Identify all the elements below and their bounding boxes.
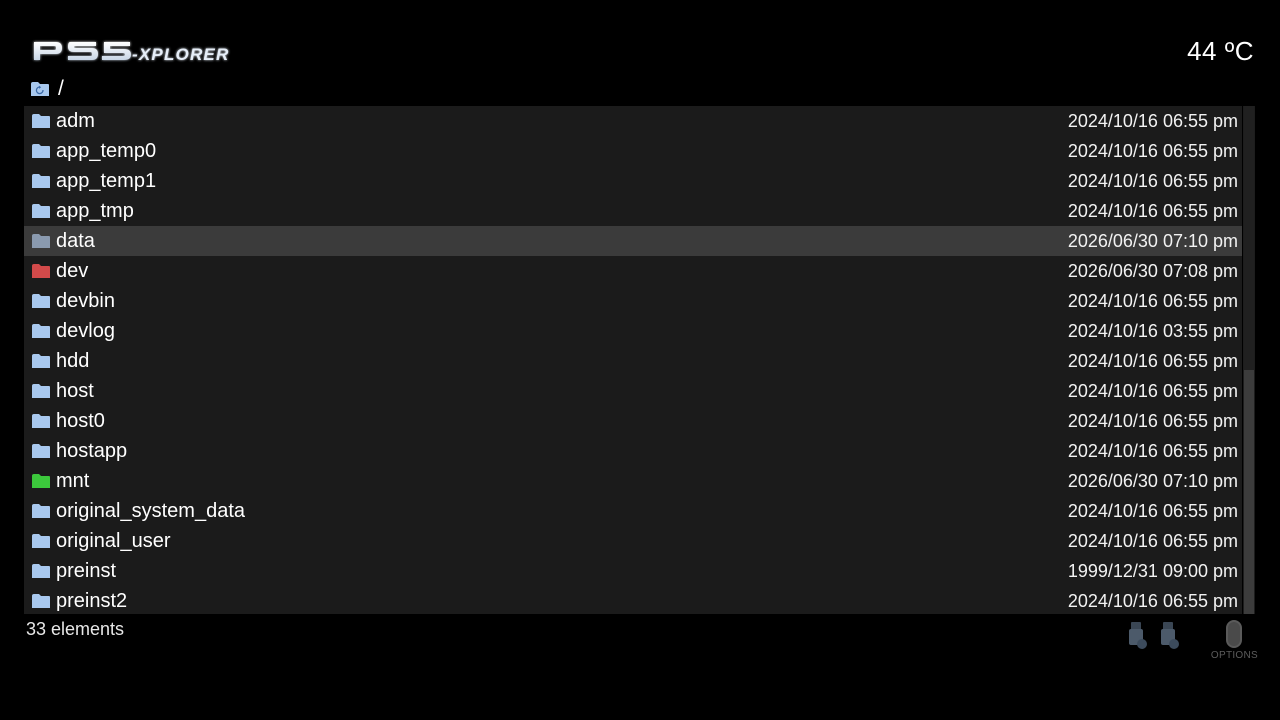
file-name: app_temp0 — [56, 139, 157, 162]
folder-icon — [31, 473, 51, 489]
file-date: 2024/10/16 06:55 pm — [1067, 290, 1238, 311]
file-row[interactable]: data 2026/06/30 07:10 pm — [24, 226, 1242, 256]
file-list[interactable]: adm 2024/10/16 06:55 pm app_temp0 2024/10/1… — [24, 106, 1242, 614]
folder-icon — [31, 443, 51, 459]
current-path-bar: / — [30, 76, 64, 102]
file-row[interactable]: original_system_data 2024/10/16 06:55 pm — [24, 496, 1242, 526]
file-date: 2024/10/16 06:55 pm — [1067, 350, 1238, 371]
folder-icon — [31, 323, 51, 339]
scrollbar[interactable] — [1243, 106, 1255, 614]
file-row[interactable]: app_temp1 2024/10/16 06:55 pm — [24, 166, 1242, 196]
file-date: 2024/10/16 03:55 pm — [1067, 320, 1238, 341]
usb-drive-icon — [1157, 620, 1183, 650]
file-date: 2024/10/16 06:55 pm — [1067, 170, 1238, 191]
file-row[interactable]: app_tmp 2024/10/16 06:55 pm — [24, 196, 1242, 226]
file-name: host — [56, 379, 94, 402]
file-name: original_user — [56, 529, 171, 552]
options-label: OPTIONS — [1210, 650, 1258, 661]
folder-icon — [31, 173, 51, 189]
file-name: hdd — [56, 349, 90, 372]
current-path: / — [58, 77, 64, 100]
folder-icon — [31, 533, 51, 549]
folder-icon — [31, 413, 51, 429]
file-row[interactable]: app_temp0 2024/10/16 06:55 pm — [24, 136, 1242, 166]
options-button-icon — [1226, 620, 1243, 648]
file-row[interactable]: host0 2024/10/16 06:55 pm — [24, 406, 1242, 436]
file-date: 2024/10/16 06:55 pm — [1067, 140, 1238, 161]
scrollbar-thumb[interactable] — [1244, 370, 1254, 614]
file-name: app_tmp — [56, 199, 134, 222]
file-name: host0 — [56, 409, 105, 432]
app-logo: -XPLORER — [30, 38, 270, 68]
file-date: 2026/06/30 07:10 pm — [1067, 230, 1238, 251]
file-name: dev — [56, 259, 89, 282]
file-date: 2024/10/16 06:55 pm — [1067, 590, 1238, 611]
element-count: 33 elements — [26, 619, 125, 639]
file-date: 2024/10/16 06:55 pm — [1067, 110, 1238, 131]
file-row[interactable]: host 2024/10/16 06:55 pm — [24, 376, 1242, 406]
file-name: devbin — [56, 289, 115, 312]
file-name: preinst2 — [56, 589, 128, 612]
folder-icon — [31, 383, 51, 399]
options-button[interactable]: OPTIONS — [1211, 620, 1258, 661]
folder-icon — [31, 143, 51, 159]
file-row[interactable]: devbin 2024/10/16 06:55 pm — [24, 286, 1242, 316]
file-date: 2024/10/16 06:55 pm — [1067, 200, 1238, 221]
file-row[interactable]: hdd 2024/10/16 06:55 pm — [24, 346, 1242, 376]
scrollbar-track-upper — [1244, 106, 1254, 370]
refresh-folder-icon[interactable] — [30, 81, 50, 97]
file-name: preinst — [56, 559, 117, 582]
file-row[interactable]: original_user 2024/10/16 06:55 pm — [24, 526, 1242, 556]
folder-icon — [31, 113, 51, 129]
file-date: 1999/12/31 09:00 pm — [1067, 560, 1238, 581]
file-row[interactable]: devlog 2024/10/16 03:55 pm — [24, 316, 1242, 346]
folder-icon — [31, 593, 51, 609]
file-date: 2024/10/16 06:55 pm — [1067, 500, 1238, 521]
file-name: mnt — [56, 469, 90, 492]
footer-icons: OPTIONS — [1119, 620, 1258, 670]
folder-icon — [31, 353, 51, 369]
file-name: devlog — [56, 319, 115, 342]
folder-icon — [31, 203, 51, 219]
file-row[interactable]: hostapp 2024/10/16 06:55 pm — [24, 436, 1242, 466]
folder-icon — [31, 293, 51, 309]
file-date: 2026/06/30 07:10 pm — [1067, 470, 1238, 491]
file-date: 2024/10/16 06:55 pm — [1067, 440, 1238, 461]
file-name: adm — [56, 109, 95, 132]
file-row[interactable]: dev 2026/06/30 07:08 pm — [24, 256, 1242, 286]
file-row[interactable]: preinst2 2024/10/16 06:55 pm — [24, 586, 1242, 616]
folder-icon — [31, 503, 51, 519]
file-date: 2024/10/16 06:55 pm — [1067, 410, 1238, 431]
temperature-readout: 44 ºC — [1187, 36, 1254, 66]
file-row[interactable]: preinst 1999/12/31 09:00 pm — [24, 556, 1242, 586]
file-date: 2024/10/16 06:55 pm — [1067, 380, 1238, 401]
folder-icon — [31, 233, 51, 249]
file-row[interactable]: mnt 2026/06/30 07:10 pm — [24, 466, 1242, 496]
file-row[interactable]: adm 2024/10/16 06:55 pm — [24, 106, 1242, 136]
file-name: original_system_data — [56, 499, 245, 522]
file-name: app_temp1 — [56, 169, 157, 192]
usb-drive-icon — [1125, 620, 1151, 650]
file-date: 2024/10/16 06:55 pm — [1067, 530, 1238, 551]
file-date: 2026/06/30 07:08 pm — [1067, 260, 1238, 281]
folder-icon — [31, 263, 51, 279]
file-name: hostapp — [56, 439, 128, 462]
file-name: data — [56, 229, 95, 252]
svg-text:-XPLORER: -XPLORER — [132, 45, 229, 64]
folder-icon — [31, 563, 51, 579]
